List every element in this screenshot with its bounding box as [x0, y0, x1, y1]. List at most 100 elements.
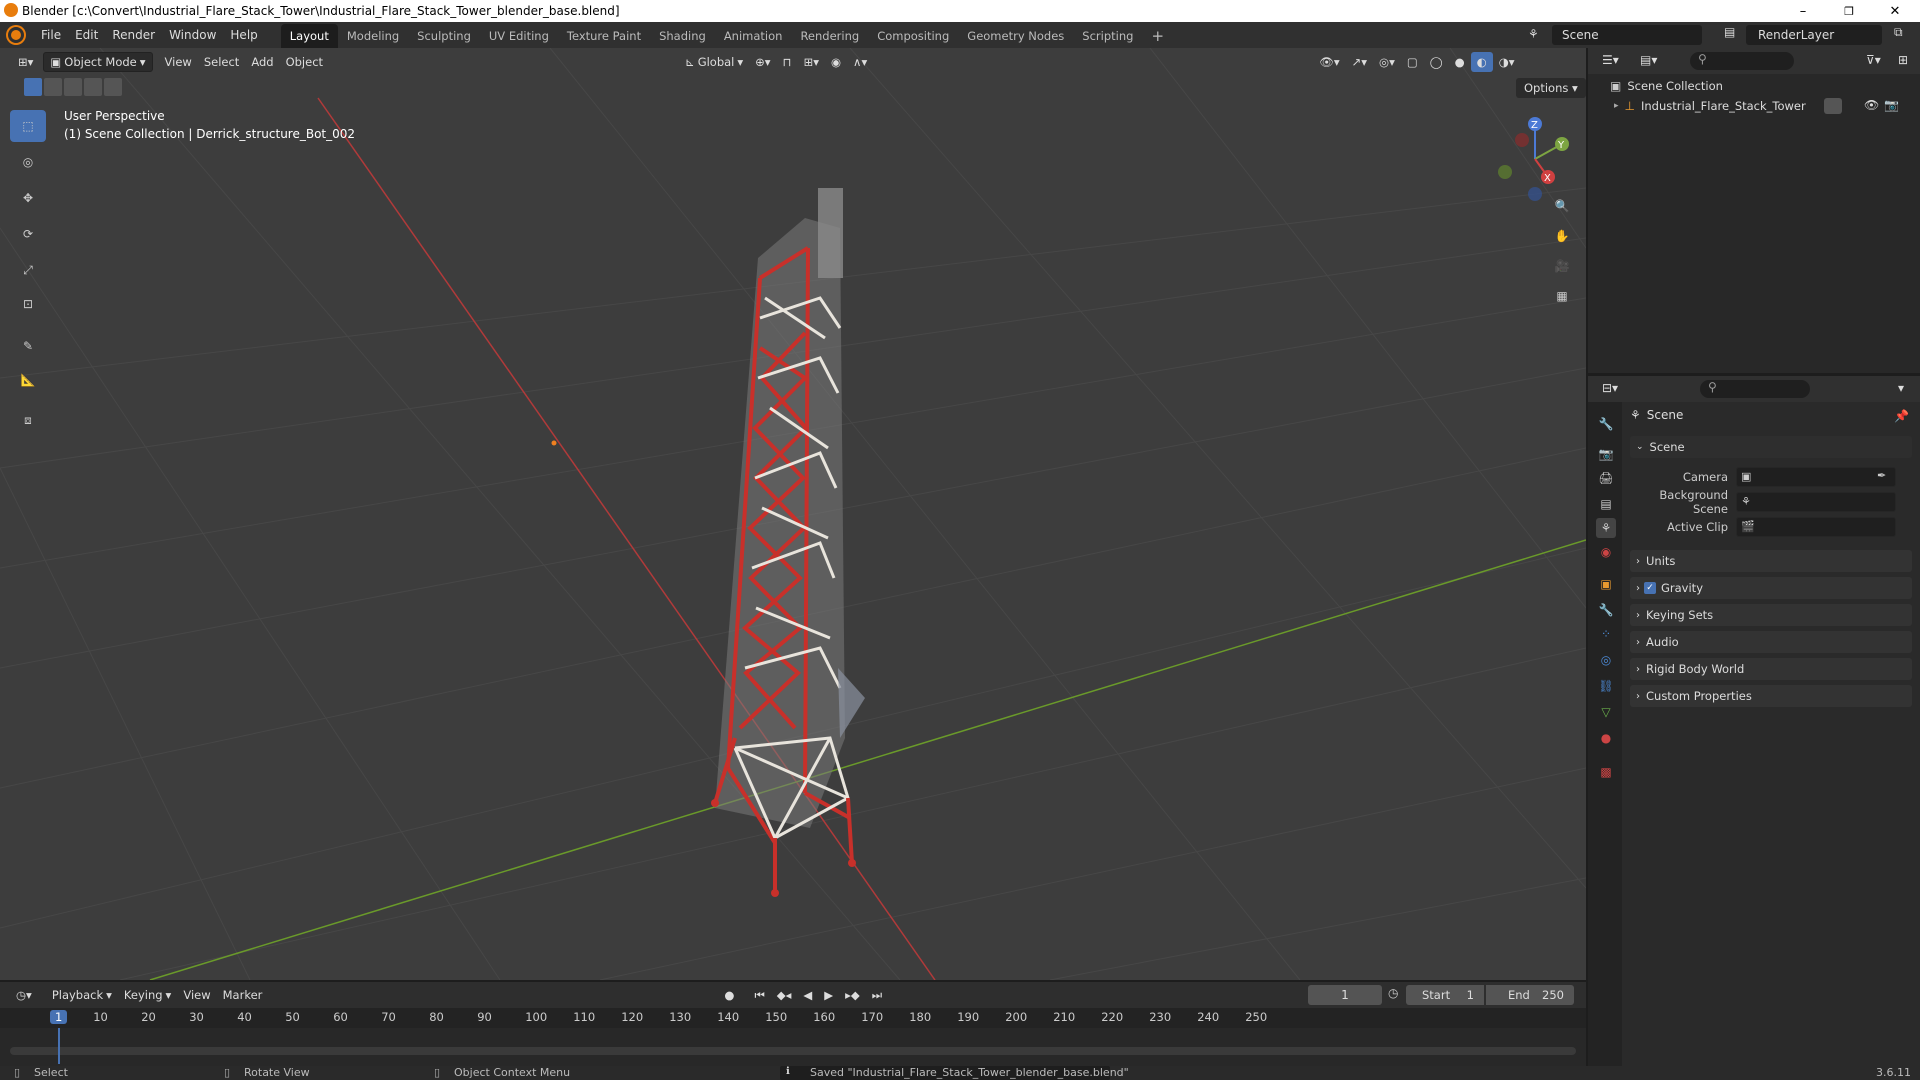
3d-viewport[interactable]: ⊞▾ ▣ Object Mode ▾ View Select Add Objec…	[0, 48, 1586, 980]
particles-tab-icon[interactable]: ⁘	[1596, 624, 1616, 644]
physics-tab-icon[interactable]: ◎	[1596, 650, 1616, 670]
scale-tool[interactable]: ⤢	[10, 254, 46, 286]
menu-playback[interactable]: Playback ▾	[46, 985, 118, 1005]
snap-icon[interactable]: ⊓	[777, 52, 798, 72]
menu-edit[interactable]: Edit	[68, 22, 105, 48]
tool-tab-icon[interactable]: 🔧	[1596, 414, 1616, 434]
menu-help[interactable]: Help	[223, 22, 264, 48]
outliner-item[interactable]: ▸ ⊥ Industrial_Flare_Stack_Tower 👁 📷	[1614, 98, 1914, 114]
falloff-icon[interactable]: ∧▾	[847, 52, 873, 72]
menu-view[interactable]: View	[159, 52, 198, 72]
active-clip-field[interactable]: 🎬	[1736, 517, 1896, 537]
prev-keyframe-icon[interactable]: ◆◂	[771, 985, 798, 1005]
navigation-gizmo[interactable]: Z Y X	[1490, 114, 1580, 204]
snap-target-icon[interactable]: ⊞▾	[798, 52, 825, 72]
properties-search-input[interactable]: ⚲	[1700, 380, 1810, 398]
world-tab-icon[interactable]: ◉	[1596, 542, 1616, 562]
new-collection-icon[interactable]: ⊞	[1898, 53, 1908, 67]
timeline-editor-type-icon[interactable]: ◷▾	[10, 985, 38, 1005]
annotate-tool[interactable]: ✎	[10, 330, 46, 362]
menu-file[interactable]: File	[34, 22, 68, 48]
scene-tab-icon[interactable]: ⚘	[1596, 518, 1616, 538]
render-tab-icon[interactable]: 📷	[1596, 444, 1616, 464]
playhead-line[interactable]	[58, 1028, 60, 1064]
measure-tool[interactable]: 📐	[10, 364, 46, 396]
output-tab-icon[interactable]: 🖨	[1596, 468, 1616, 488]
add-cube-tool[interactable]: ⧈	[10, 404, 46, 436]
tab-animation[interactable]: Animation	[715, 24, 792, 48]
start-frame-field[interactable]: Start 1	[1406, 985, 1484, 1005]
view-layer-new-icon[interactable]: ⧉	[1894, 25, 1903, 40]
current-frame-field[interactable]: 1	[1308, 985, 1382, 1005]
select-box-tool[interactable]: ⬚	[10, 110, 46, 142]
properties-editor-type-icon[interactable]: ⊟▾	[1602, 381, 1618, 395]
camera-field[interactable]: ▣ ✒	[1736, 467, 1896, 487]
view-layer-tab-icon[interactable]: ▤	[1596, 494, 1616, 514]
gizmo-toggle-icon[interactable]: ↗▾	[1346, 52, 1373, 72]
gravity-checkbox[interactable]: ✓	[1644, 582, 1656, 594]
tab-sculpting[interactable]: Sculpting	[408, 24, 480, 48]
select-intersect-icon[interactable]	[104, 78, 122, 96]
material-tab-icon[interactable]: ●	[1596, 728, 1616, 748]
xray-icon[interactable]: ▢	[1401, 52, 1424, 72]
minimize-button[interactable]: –	[1780, 0, 1826, 22]
filter-icon[interactable]: ⊽▾	[1866, 53, 1881, 67]
play-reverse-icon[interactable]: ◀	[797, 985, 818, 1005]
viewport-scene[interactable]	[0, 48, 1586, 980]
play-icon[interactable]: ▶	[818, 985, 839, 1005]
rotate-tool[interactable]: ⟳	[10, 218, 46, 250]
pan-hand-icon[interactable]: ✋	[1548, 222, 1576, 250]
tab-texture-paint[interactable]: Texture Paint	[558, 24, 650, 48]
scene-name-field[interactable]: Scene	[1552, 25, 1702, 45]
menu-window[interactable]: Window	[162, 22, 223, 48]
texture-tab-icon[interactable]: ▩	[1596, 762, 1616, 782]
maximize-button[interactable]: ❐	[1826, 0, 1872, 22]
next-keyframe-icon[interactable]: ▸◆	[839, 985, 866, 1005]
material-shading-icon[interactable]: ◐	[1470, 52, 1493, 72]
panel-scene[interactable]: ⌄ Scene	[1630, 436, 1912, 458]
menu-keying[interactable]: Keying ▾	[118, 985, 177, 1005]
outliner-root-row[interactable]: ▣ Scene Collection	[1610, 79, 1723, 93]
menu-add[interactable]: Add	[245, 52, 279, 72]
constraints-tab-icon[interactable]: ⛓	[1596, 676, 1616, 696]
clock-icon[interactable]: ◷	[1388, 986, 1398, 1000]
tab-shading[interactable]: Shading	[650, 24, 715, 48]
rendered-shading-icon[interactable]: ◑▾	[1493, 52, 1521, 72]
tab-compositing[interactable]: Compositing	[868, 24, 958, 48]
expand-arrow-icon[interactable]: ▸	[1614, 101, 1619, 111]
select-extend-icon[interactable]	[44, 78, 62, 96]
options-button[interactable]: Options ▾	[1516, 78, 1586, 98]
orientation-dropdown[interactable]: ⊾ Global ▾	[679, 52, 749, 72]
select-new-icon[interactable]	[24, 78, 42, 96]
tab-scripting[interactable]: Scripting	[1073, 24, 1142, 48]
select-invert-icon[interactable]	[84, 78, 102, 96]
end-frame-field[interactable]: End 250	[1486, 985, 1574, 1005]
tab-uv-editing[interactable]: UV Editing	[480, 24, 558, 48]
cursor-tool[interactable]: ◎	[10, 146, 46, 178]
panel-custom-properties[interactable]: › Custom Properties	[1630, 685, 1912, 707]
data-tab-icon[interactable]: ▽	[1596, 702, 1616, 722]
zoom-icon[interactable]: 🔍	[1548, 192, 1576, 220]
solid-shading-icon[interactable]: ●	[1449, 52, 1471, 72]
panel-audio[interactable]: › Audio	[1630, 631, 1912, 653]
display-mode-icon[interactable]: ▤▾	[1640, 53, 1657, 67]
background-scene-field[interactable]: ⚘	[1736, 492, 1896, 512]
menu-render[interactable]: Render	[105, 22, 162, 48]
overlays-icon[interactable]: ◎▾	[1373, 52, 1401, 72]
record-icon[interactable]: ●	[718, 985, 740, 1005]
view-layer-icon[interactable]: ▤	[1724, 25, 1735, 39]
modifier-tab-icon[interactable]: 🔧	[1596, 600, 1616, 620]
timeline-scrollbar[interactable]	[10, 1047, 1576, 1055]
panel-units[interactable]: › Units	[1630, 550, 1912, 572]
tab-geometry-nodes[interactable]: Geometry Nodes	[958, 24, 1073, 48]
scene-selector-icon[interactable]: ⚘	[1528, 27, 1550, 43]
properties-options-icon[interactable]: ▾	[1898, 381, 1904, 395]
render-camera-icon[interactable]: 📷	[1884, 98, 1899, 112]
panel-gravity[interactable]: › ✓ Gravity	[1630, 577, 1912, 599]
ortho-grid-icon[interactable]: ▦	[1548, 282, 1576, 310]
jump-end-icon[interactable]: ⏭	[866, 985, 888, 1005]
select-subtract-icon[interactable]	[64, 78, 82, 96]
outliner-editor-type-icon[interactable]: ☰▾	[1602, 53, 1619, 67]
visibility-icon[interactable]: 👁▾	[1313, 52, 1345, 72]
tab-rendering[interactable]: Rendering	[791, 24, 868, 48]
